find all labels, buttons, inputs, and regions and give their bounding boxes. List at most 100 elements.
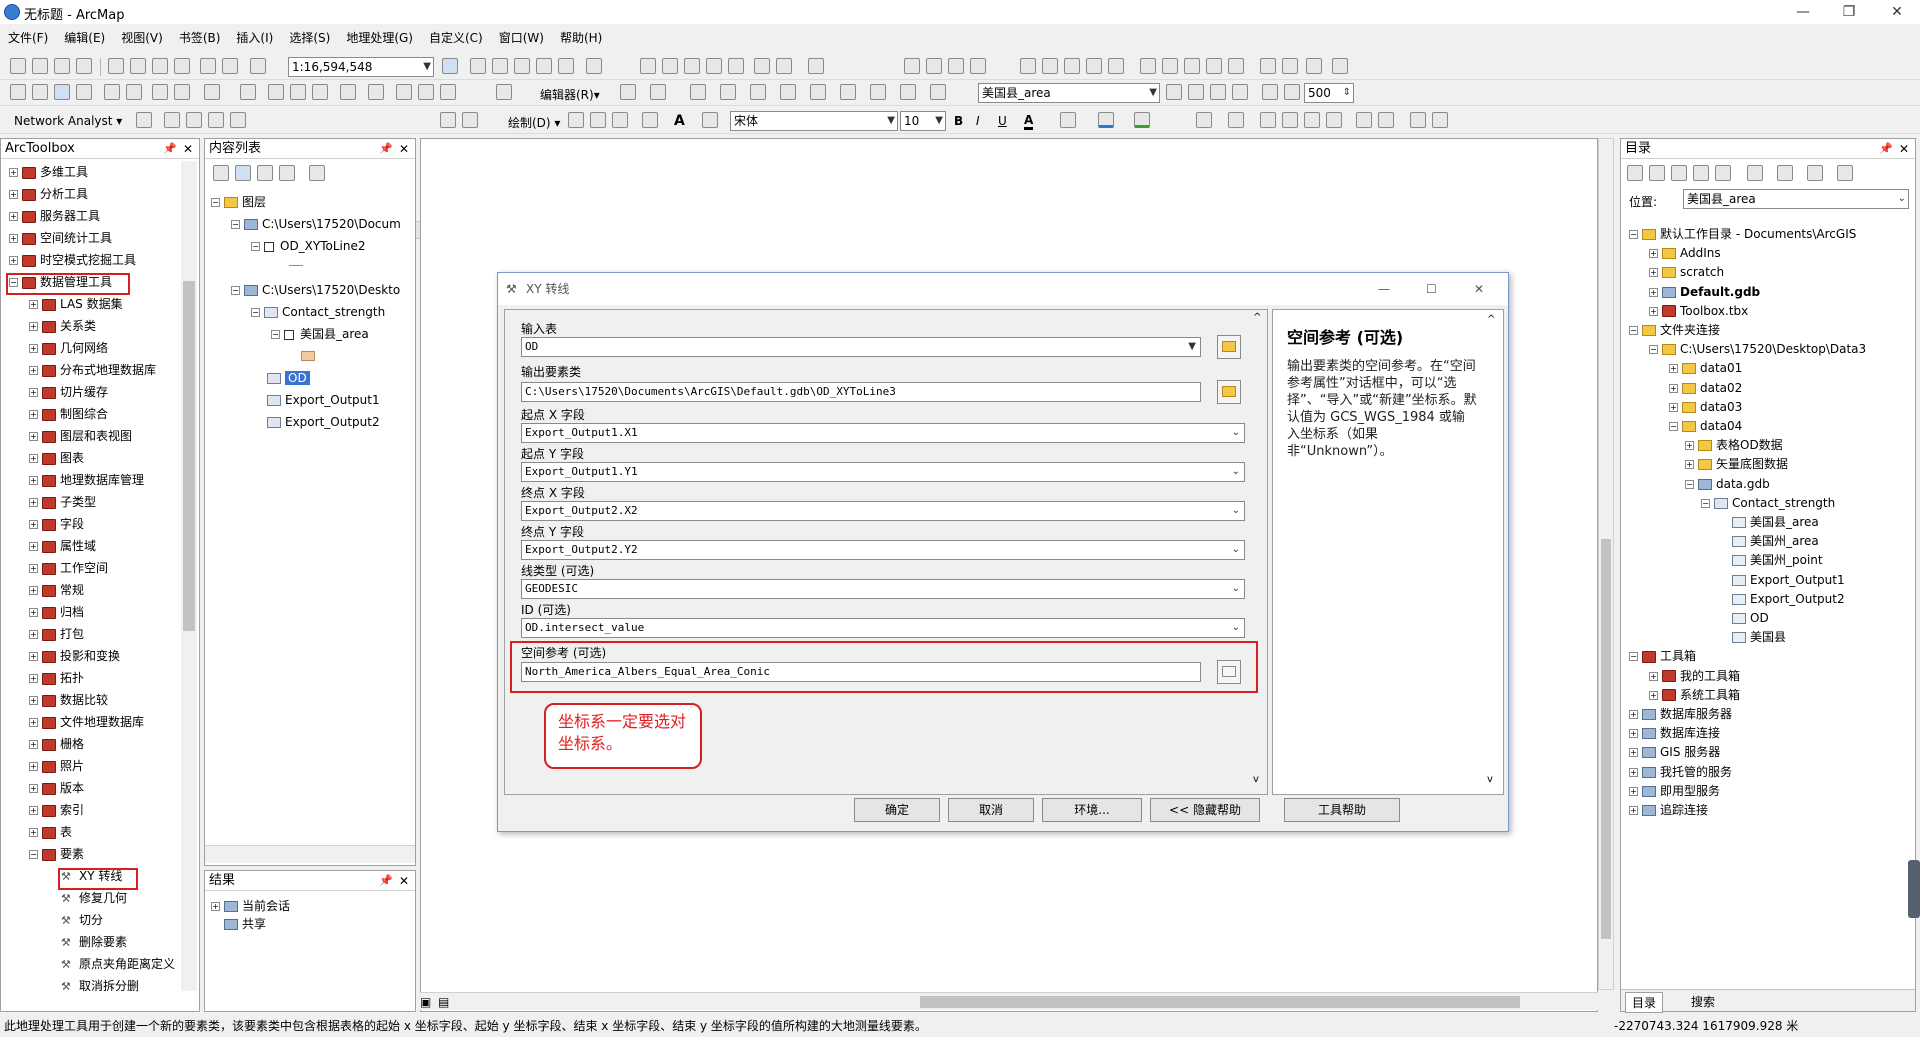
full-extent-icon[interactable] xyxy=(76,84,92,100)
menu-file[interactable]: 文件(F) xyxy=(8,29,48,46)
refresh-icon[interactable] xyxy=(1332,58,1348,74)
scroll-up-icon[interactable]: ^ xyxy=(1253,312,1261,323)
end-x-field[interactable]: Export_Output2.X2 ⌄ xyxy=(521,501,1245,521)
browse-input-table-button[interactable] xyxy=(1217,335,1241,359)
network-analyst-menu[interactable]: Network Analyst ▾ xyxy=(14,114,122,128)
expand-icon[interactable]: + xyxy=(9,234,18,243)
tab-search[interactable]: 搜索 xyxy=(1685,992,1721,1011)
expand-icon[interactable]: + xyxy=(29,762,38,771)
marker-color-icon[interactable] xyxy=(1134,112,1150,128)
menu-selection[interactable]: 选择(S) xyxy=(289,29,330,46)
select-features-icon[interactable] xyxy=(204,84,220,100)
layer-symbol-icon[interactable] xyxy=(930,84,946,100)
toc-table-od[interactable]: OD xyxy=(267,369,310,387)
expand-icon[interactable]: + xyxy=(9,212,18,221)
catalog-item[interactable]: + 即用型服务 xyxy=(1629,782,1720,800)
zoom-out-icon[interactable] xyxy=(32,84,48,100)
results-shared[interactable]: 共享 xyxy=(224,915,266,933)
catalog-item[interactable]: + GIS 服务器 xyxy=(1629,743,1720,761)
layout-view-icon[interactable] xyxy=(926,58,942,74)
expand-icon[interactable]: + xyxy=(9,256,18,265)
collapse-icon[interactable]: − xyxy=(29,850,38,859)
hide-help-button[interactable]: << 隐藏帮助 xyxy=(1150,798,1260,822)
underline-button[interactable]: U xyxy=(998,114,1007,128)
data-view-tab-icon[interactable]: ▣ xyxy=(420,995,432,1009)
data-view-icon[interactable] xyxy=(904,58,920,74)
toolbox-item[interactable]: + 打包 xyxy=(29,625,84,643)
collapse-icon[interactable]: − xyxy=(1649,345,1658,355)
fill-bucket-icon[interactable] xyxy=(1060,112,1076,128)
toolbox-item[interactable]: + 版本 xyxy=(29,779,84,797)
label-options-icon[interactable] xyxy=(1432,112,1448,128)
collapse-icon[interactable]: − xyxy=(1669,422,1678,431)
expand-icon[interactable]: + xyxy=(29,674,38,683)
environments-button[interactable]: 环境... xyxy=(1042,798,1142,822)
expand-icon[interactable]: + xyxy=(29,630,38,639)
menu-edit[interactable]: 编辑(E) xyxy=(64,29,105,46)
menu-windows[interactable]: 窗口(W) xyxy=(499,29,544,46)
label-optimize-icon[interactable] xyxy=(1378,112,1394,128)
view-unplaced-icon[interactable] xyxy=(1356,112,1372,128)
tab-catalog[interactable]: 目录 xyxy=(1625,992,1664,1013)
toolbox-item[interactable]: + 属性域 xyxy=(29,537,96,555)
arctoolbox-scrollbar[interactable] xyxy=(181,161,197,991)
order-icon[interactable] xyxy=(1140,58,1156,74)
find-route-icon[interactable] xyxy=(418,84,434,100)
measure-icon[interactable] xyxy=(368,84,384,100)
options-icon[interactable] xyxy=(1807,165,1823,181)
input-table-field[interactable]: OD ▼ xyxy=(521,337,1201,357)
layer-combo[interactable]: 美国县_area ▼ xyxy=(978,83,1160,103)
scrollbar-thumb[interactable] xyxy=(920,996,1520,1008)
expand-icon[interactable]: + xyxy=(1629,767,1638,777)
catalog-item[interactable]: 美国县_area xyxy=(1719,513,1819,531)
new-folder-icon[interactable] xyxy=(1777,165,1793,181)
checkbox[interactable] xyxy=(264,241,274,252)
toolbox-item[interactable]: + 分析工具 xyxy=(9,185,88,203)
zoom-layout-icon[interactable] xyxy=(1282,58,1298,74)
label-manager-icon[interactable] xyxy=(1228,112,1244,128)
collapse-icon[interactable]: − xyxy=(1685,479,1694,489)
html-popup-icon[interactable] xyxy=(340,84,356,100)
copy-icon[interactable] xyxy=(130,58,146,74)
contrast-icon[interactable] xyxy=(1284,84,1300,100)
list-by-selection-icon[interactable] xyxy=(279,165,295,181)
expand-icon[interactable]: + xyxy=(29,454,38,463)
toolbox-item[interactable]: − 要素 xyxy=(29,845,84,863)
select-location-icon[interactable] xyxy=(186,112,202,128)
split-icon[interactable] xyxy=(780,84,796,100)
expand-icon[interactable]: + xyxy=(29,828,38,837)
toolbox-item[interactable]: + 常规 xyxy=(29,581,84,599)
browse-output-button[interactable] xyxy=(1217,380,1241,404)
catalog-item[interactable]: + data03 xyxy=(1669,398,1742,416)
convert-labels-icon[interactable] xyxy=(1410,112,1426,128)
tool-item[interactable]: ⚒ 修复几何 xyxy=(61,889,127,907)
catalog-item[interactable]: − 文件夹连接 xyxy=(1629,321,1720,339)
catalog-item[interactable]: − 工具箱 xyxy=(1629,647,1696,665)
edit-tool-icon[interactable] xyxy=(620,84,636,100)
redo-icon[interactable] xyxy=(222,58,238,74)
expand-icon[interactable]: + xyxy=(1649,690,1658,700)
font-size-combo[interactable]: 10 ▼ xyxy=(900,111,946,131)
expand-icon[interactable]: + xyxy=(29,542,38,551)
catalog-item[interactable]: 美国州_area xyxy=(1719,532,1819,550)
menu-view[interactable]: 视图(V) xyxy=(121,29,163,46)
catalog-item[interactable]: + data02 xyxy=(1669,379,1742,397)
minimize-button[interactable]: — xyxy=(1780,0,1826,24)
up-folder-icon[interactable] xyxy=(1671,165,1687,181)
expand-icon[interactable]: + xyxy=(29,718,38,727)
scroll-down-icon[interactable]: v xyxy=(1487,774,1493,785)
rotate-edit-icon[interactable] xyxy=(810,84,826,100)
catalog-item[interactable]: Export_Output1 xyxy=(1719,571,1845,589)
create-features-icon[interactable] xyxy=(900,84,916,100)
expand-icon[interactable]: + xyxy=(211,902,220,911)
select-elements-icon[interactable] xyxy=(268,84,284,100)
network-identify-icon[interactable] xyxy=(462,112,478,128)
dialog-close-button[interactable]: ✕ xyxy=(1474,273,1484,305)
expand-icon[interactable]: + xyxy=(29,652,38,661)
list-by-visibility-icon[interactable] xyxy=(257,165,273,181)
expand-icon[interactable]: + xyxy=(1649,268,1658,278)
tool-item[interactable]: ⚒ 删除要素 xyxy=(61,933,127,951)
catalog-item[interactable]: + 系统工具箱 xyxy=(1649,686,1740,704)
distribute-icon[interactable] xyxy=(1086,58,1102,74)
expand-icon[interactable]: + xyxy=(1669,383,1678,393)
